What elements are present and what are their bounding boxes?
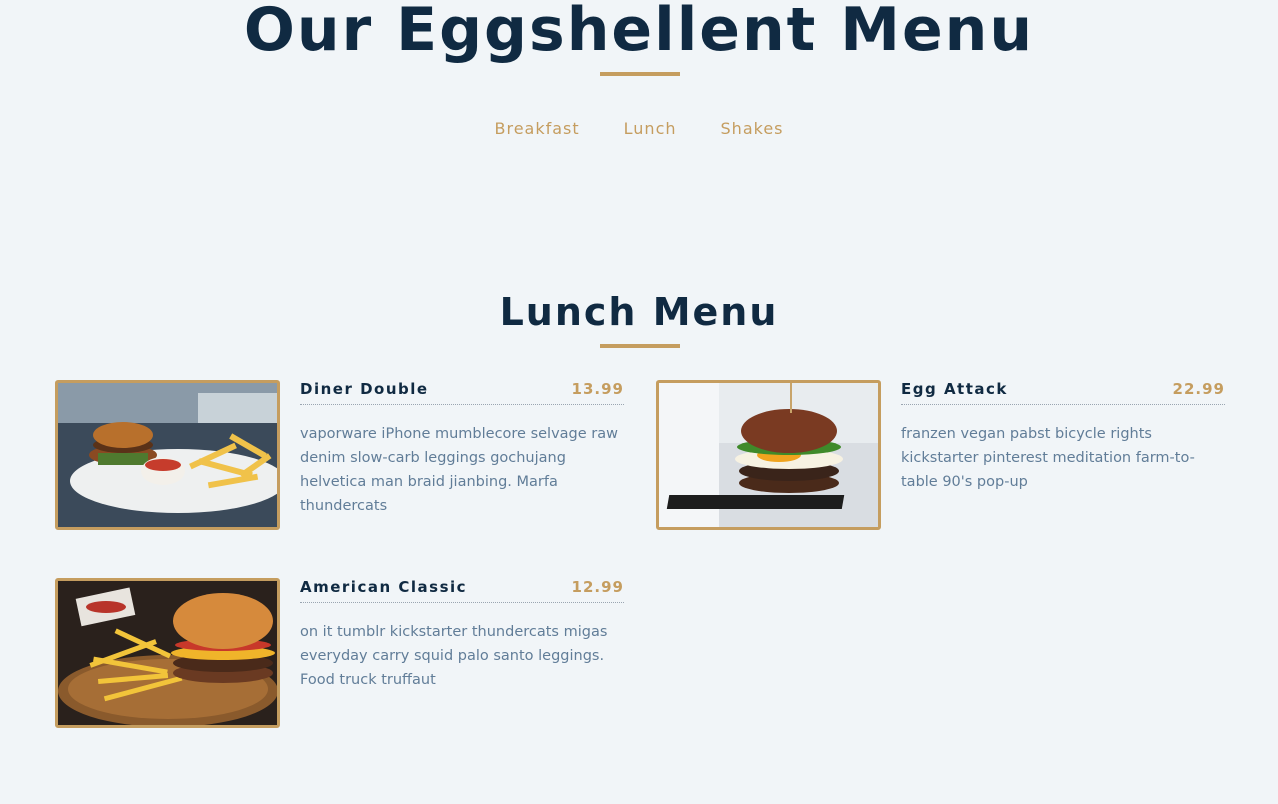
page-title: Our Eggshellent Menu: [243, 0, 1035, 65]
section-title: Lunch Menu: [499, 290, 779, 334]
item-name: Diner Double: [300, 380, 429, 398]
item-name: Egg Attack: [901, 380, 1008, 398]
item-header: Diner Double 13.99: [300, 380, 624, 405]
item-price: 22.99: [1172, 380, 1225, 398]
item-price: 13.99: [571, 380, 624, 398]
burger-with-egg-photo: [656, 380, 881, 530]
burger-with-fries-photo: [55, 380, 280, 530]
item-info: Diner Double 13.99 vaporware iPhone mumb…: [300, 380, 624, 518]
item-description: vaporware iPhone mumblecore selvage raw …: [300, 426, 618, 514]
menu-page: Our Eggshellent Menu Breakfast Lunch Sha…: [0, 0, 1278, 804]
item-header: Egg Attack 22.99: [901, 380, 1225, 405]
item-info: American Classic 12.99 on it tumblr kick…: [300, 578, 624, 692]
item-description: franzen vegan pabst bicycle rights kicks…: [901, 426, 1195, 490]
menu-item: American Classic 12.99 on it tumblr kick…: [55, 578, 625, 728]
tab-breakfast[interactable]: Breakfast: [494, 117, 579, 141]
section-underline: [600, 344, 680, 348]
tab-lunch[interactable]: Lunch: [624, 117, 677, 141]
classic-burger-fries-photo: [55, 578, 280, 728]
menu-item: Diner Double 13.99 vaporware iPhone mumb…: [55, 380, 625, 530]
item-price: 12.99: [571, 578, 624, 596]
item-description: on it tumblr kickstarter thundercats mig…: [300, 624, 608, 688]
item-header: American Classic 12.99: [300, 578, 624, 603]
category-tabs: Breakfast Lunch Shakes: [0, 117, 1278, 141]
menu-item: Egg Attack 22.99 franzen vegan pabst bic…: [656, 380, 1226, 530]
title-underline: [600, 72, 680, 76]
tab-shakes[interactable]: Shakes: [721, 117, 784, 141]
item-info: Egg Attack 22.99 franzen vegan pabst bic…: [901, 380, 1225, 494]
item-name: American Classic: [300, 578, 468, 596]
